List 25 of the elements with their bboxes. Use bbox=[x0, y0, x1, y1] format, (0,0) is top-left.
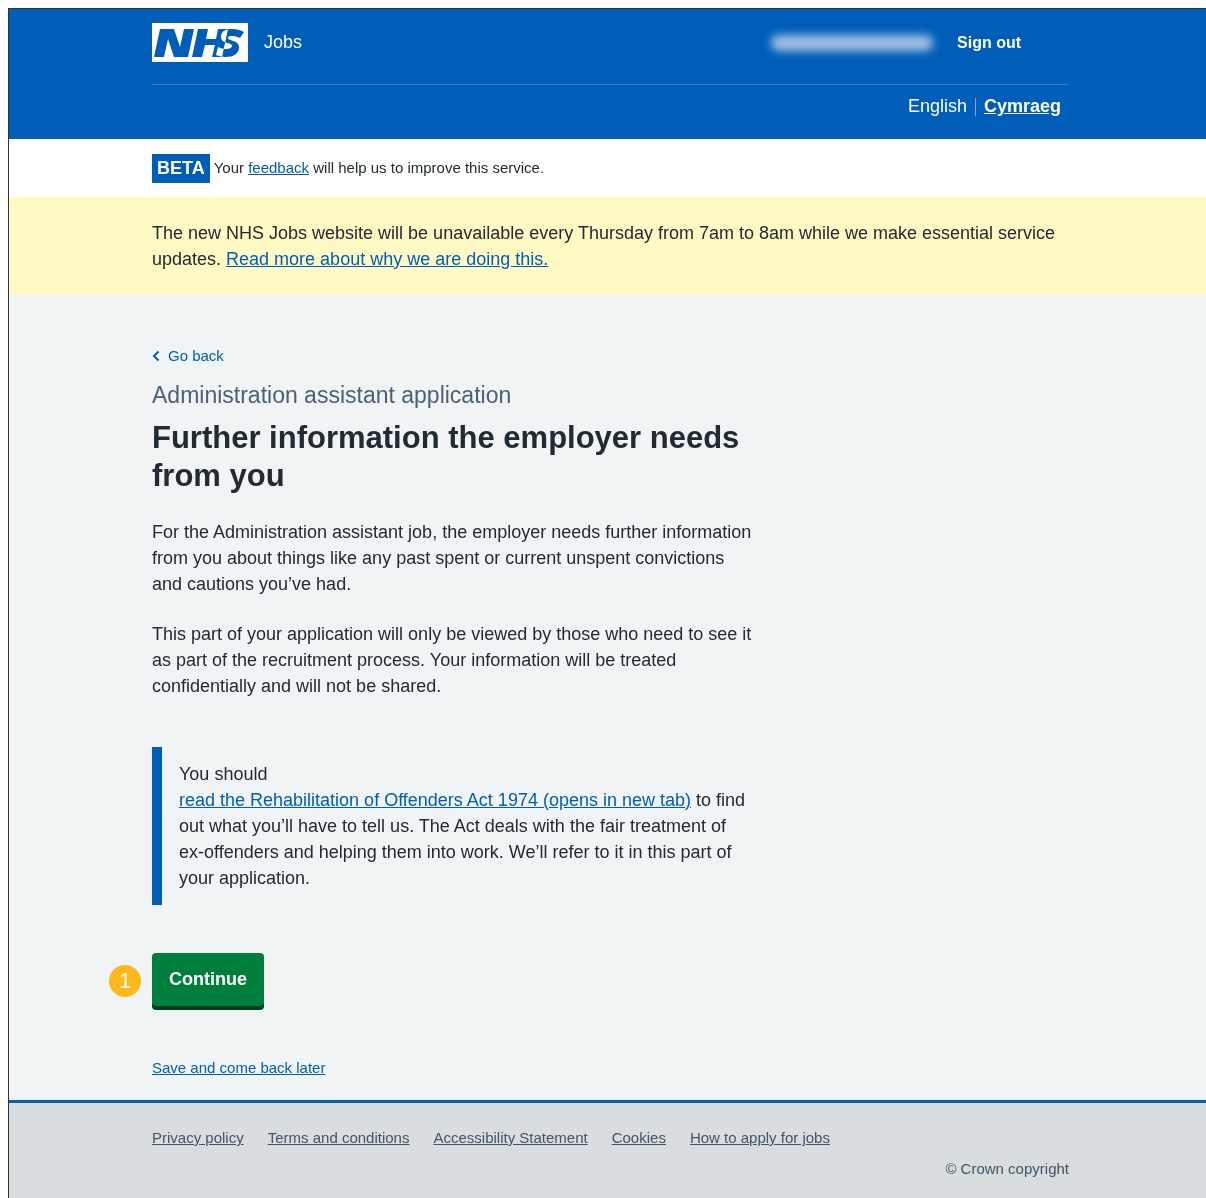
footer-link[interactable]: Privacy policy bbox=[152, 1127, 244, 1150]
inset-text: You should read the Rehabilitation of Offenders Act 1974 (opens in new tab) to find out what you’ll have to tell us. The Act deals with the fair treatment of ex-offenders and helping them into work. We’ll refer to it in this part of your application. bbox=[152, 746, 752, 905]
beta-tag: BETA bbox=[152, 153, 210, 183]
rehabilitation-act-link[interactable]: read the Rehabilitation of Offenders Act 1974 (opens in new tab) bbox=[179, 789, 691, 810]
footer-link[interactable]: Cookies bbox=[611, 1127, 666, 1150]
service-name: Jobs bbox=[264, 31, 303, 54]
sign-out-link[interactable]: Sign out bbox=[957, 30, 1021, 55]
read-more-link[interactable]: Read more about why we are doing this. bbox=[226, 249, 549, 269]
copyright-text: © Crown copyright bbox=[945, 1158, 1069, 1179]
footer-link[interactable]: How to apply for jobs bbox=[689, 1127, 830, 1150]
body-paragraph: For the Administration assistant job, the employer needs further information from you about things like any past spent or current unspent convictions and cautions you’ve had. bbox=[152, 520, 752, 596]
save-and-come-back-link[interactable]: Save and come back later bbox=[152, 1058, 326, 1076]
footer-link[interactable]: Accessibility Statement bbox=[433, 1127, 588, 1150]
page-heading: Further information the employer needs from you bbox=[152, 418, 741, 495]
feedback-message: Your feedback will help us to improve this service. bbox=[213, 157, 545, 178]
body-paragraph: This part of your application will only be viewed by those who need to see it as part of the recruitment process. Your information will be treated confidentially and will not be shared. bbox=[152, 622, 752, 698]
chevron-left-icon bbox=[152, 350, 160, 362]
language-link[interactable]: Cymraeg bbox=[983, 93, 1061, 120]
footer-link[interactable]: Terms and conditions bbox=[267, 1127, 410, 1150]
go-back-link[interactable]: Go back bbox=[152, 344, 224, 368]
feedback-link[interactable]: feedback bbox=[248, 158, 310, 176]
service-notice: The new NHS Jobs website will be unavailable every Thursday from 7am to 8am while we make essential service updates. Read more about why we are doing this. bbox=[152, 222, 1057, 271]
annotation-marker: 1 bbox=[109, 964, 141, 997]
language-link[interactable]: English bbox=[907, 93, 967, 120]
page-caption: Administration assistant application bbox=[152, 381, 513, 410]
